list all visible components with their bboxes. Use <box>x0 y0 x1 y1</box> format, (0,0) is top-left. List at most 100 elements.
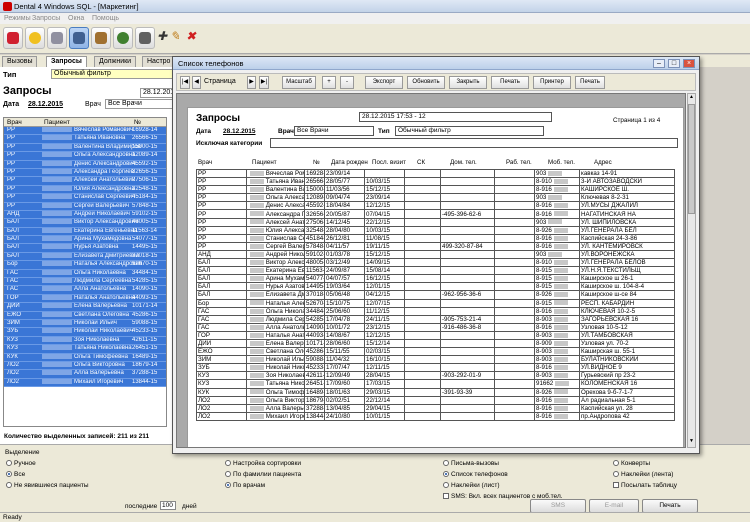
last-page-icon[interactable]: ▶| <box>259 76 269 89</box>
grid-row[interactable]: РР Денис Александрович 45592-15 <box>4 160 166 169</box>
grid-row[interactable]: РР Алексей Анатольевич 27506-15 <box>4 177 166 186</box>
grid-row[interactable]: РР Александра Георгиев 32656-15 <box>4 168 166 178</box>
toolbar-button-1[interactable] <box>3 27 23 49</box>
grid-row[interactable]: ЗИМ Николай Ильич 59088-15 <box>4 319 166 329</box>
radio-all[interactable] <box>6 471 12 478</box>
radio-stickers-tape[interactable] <box>613 471 619 478</box>
tab-calls[interactable]: Вызовы <box>2 56 38 67</box>
sort-by-name[interactable]: По фамилии пациента <box>225 471 301 478</box>
toolbar-button-6[interactable] <box>113 27 133 49</box>
toolbar-button-3[interactable] <box>47 27 67 49</box>
radio-not-visited[interactable] <box>6 482 12 489</box>
export-button[interactable]: Экспорт <box>365 76 403 89</box>
grid-row[interactable]: РР Юлия Александровна 32548-15 <box>4 185 166 195</box>
sms-button[interactable]: SMS <box>530 499 586 513</box>
sort-settings[interactable]: Настройка сортировки <box>225 460 301 467</box>
printer-button[interactable]: Принтер <box>533 76 571 89</box>
print-now-button[interactable]: Печать <box>575 76 605 89</box>
grid-row[interactable]: КУК Ольга Тимофеевна 16489-15 <box>4 353 166 362</box>
zoom-out-button[interactable]: - <box>340 76 354 89</box>
grid-row[interactable]: БАЛ Нурья Азатовна 14495-15 <box>4 244 166 253</box>
zoom-in-button[interactable]: + <box>322 76 336 89</box>
radio-letters[interactable] <box>443 460 449 467</box>
grid-row[interactable]: ЛО2 Михаил Игоревич 13844-15 <box>4 378 166 388</box>
col-doctor[interactable]: Врач <box>7 119 22 126</box>
option-not-visited[interactable]: Не явившиеся пациенты <box>6 482 89 489</box>
preview-area[interactable]: Запросы 28.12.2015 17:53 - 12 Страница 1… <box>176 93 686 448</box>
toolbar-button-8[interactable]: ✚ <box>157 27 169 49</box>
minimize-icon[interactable]: – <box>653 59 665 68</box>
radio-sort-name[interactable] <box>225 471 231 478</box>
option-manual[interactable]: Ручное <box>6 460 36 467</box>
checkbox-send-table[interactable] <box>613 482 619 489</box>
scroll-thumb[interactable] <box>688 104 695 214</box>
tab-queries[interactable]: Запросы <box>46 56 87 67</box>
grid-row[interactable]: РР Вячеслав Романович 16928-14 <box>4 127 166 136</box>
radio-phones[interactable] <box>443 471 449 478</box>
scale-button[interactable]: Масштаб <box>282 76 316 89</box>
toolbar-button-5[interactable] <box>91 27 111 49</box>
grid-row[interactable]: ГАС Алла Анатольевна 14090-15 <box>4 286 166 295</box>
grid-row[interactable]: КУЗ Татьяна Николаевна 26451-15 <box>4 345 166 354</box>
col-patient[interactable]: Пациент <box>44 119 70 126</box>
grid-row[interactable]: БАЛ Екатерина Евгеньевна 11563-14 <box>4 227 166 237</box>
maximize-icon[interactable]: □ <box>668 59 680 68</box>
grid-row[interactable]: БАЛ Виктор Александрович 48005-15 <box>4 219 166 228</box>
stickers-option[interactable]: Наклейки (лист) <box>443 482 500 489</box>
grid-row[interactable]: БАЛ Елизавета Дмитриевна 37018-15 <box>4 252 166 262</box>
grid-row[interactable]: ЕЖО Светлана Олеговна 45286-15 <box>4 311 166 320</box>
prev-page-icon[interactable]: ◀ <box>192 76 201 89</box>
vertical-scrollbar[interactable]: ▲ ▼ <box>687 93 696 448</box>
menu-modes[interactable]: Режимы <box>4 15 31 22</box>
grid-row[interactable]: РР Валентина Владимиров 15000-15 <box>4 143 166 153</box>
grid-row[interactable]: РР Станислав Сергеевич 45184-15 <box>4 194 166 203</box>
grid-row[interactable]: ЛО2 Ольга Викторовна 18679-14 <box>4 361 166 371</box>
radio-sort-doctor[interactable] <box>225 482 231 489</box>
radio-envelopes[interactable] <box>613 460 619 467</box>
menu-help[interactable]: Помощь <box>92 15 119 22</box>
grid-row[interactable]: Бор Наталья Александровна 52670-15 <box>4 261 166 270</box>
scroll-down-icon[interactable]: ▼ <box>688 438 695 446</box>
phones-option[interactable]: Список телефонов <box>443 471 508 478</box>
grid-row[interactable]: РР Ольга Александровна 12089-14 <box>4 152 166 161</box>
toolbar-button-10[interactable]: ✖ <box>186 27 200 49</box>
email-button[interactable]: E-mail <box>589 499 639 513</box>
grid-row[interactable]: КУЗ Зоя Николаевна 42611-15 <box>4 336 166 346</box>
grid-row[interactable]: ГАС Людмила Сергеевна 54285-15 <box>4 278 166 287</box>
menu-queries[interactable]: Запросы <box>32 15 60 22</box>
next-page-icon[interactable]: ▶ <box>247 76 256 89</box>
first-page-icon[interactable]: |◀ <box>180 76 190 89</box>
grid-row[interactable]: РР Сергей Валерьевич 57848-15 <box>4 202 166 211</box>
refresh-button[interactable]: Обновить <box>407 76 445 89</box>
toolbar-button-2[interactable] <box>25 27 45 49</box>
grid-row[interactable]: ЛО2 Алла Валерьевна 37288-15 <box>4 370 166 379</box>
sort-by-doctor[interactable]: По врачам <box>225 482 265 489</box>
col-number[interactable]: № <box>134 119 141 126</box>
envelopes-option[interactable]: Конверты <box>613 460 650 467</box>
stickers-tape-option[interactable]: Наклейки (лента) <box>613 471 673 478</box>
option-all[interactable]: Все <box>6 471 25 478</box>
close-icon[interactable]: × <box>683 59 695 68</box>
last-days-input[interactable]: 100 <box>160 501 176 510</box>
tab-debtors[interactable]: Должники <box>94 56 137 67</box>
print-menu-button[interactable]: Печать <box>491 76 529 89</box>
radio-manual[interactable] <box>6 460 12 467</box>
send-table-option[interactable]: Посылать таблицу <box>613 482 677 489</box>
tab-settings[interactable]: Настро <box>142 56 176 67</box>
close-button[interactable]: Закрыть <box>449 76 487 89</box>
radio-sort-settings[interactable] <box>225 460 231 467</box>
grid-row[interactable]: АНД Андрей Николаевич 59102-15 <box>4 210 166 220</box>
grid-row[interactable]: ЗУБ Николай Николаевич 45233-15 <box>4 328 166 337</box>
print-button[interactable]: Печать <box>642 499 698 513</box>
checkbox-sms[interactable] <box>443 493 449 500</box>
toolbar-button-7[interactable] <box>135 27 155 49</box>
menu-windows[interactable]: Окна <box>68 15 84 22</box>
letters-option[interactable]: Письма-вызовы <box>443 460 499 467</box>
toolbar-button-4[interactable] <box>69 27 89 49</box>
grid-row[interactable]: ДИИ Елена Валерьевна 10171-14 <box>4 303 166 312</box>
grid-row[interactable]: ГАС Ольга Николаевна 34484-15 <box>4 269 166 279</box>
radio-stickers[interactable] <box>443 482 449 489</box>
grid-row[interactable]: ГОР Наталья Анатольевна 44093-15 <box>4 294 166 304</box>
grid-row[interactable]: РР Татьяна Ивановна 26566-15 <box>4 135 166 144</box>
toolbar-button-9[interactable]: ✎ <box>170 27 184 49</box>
